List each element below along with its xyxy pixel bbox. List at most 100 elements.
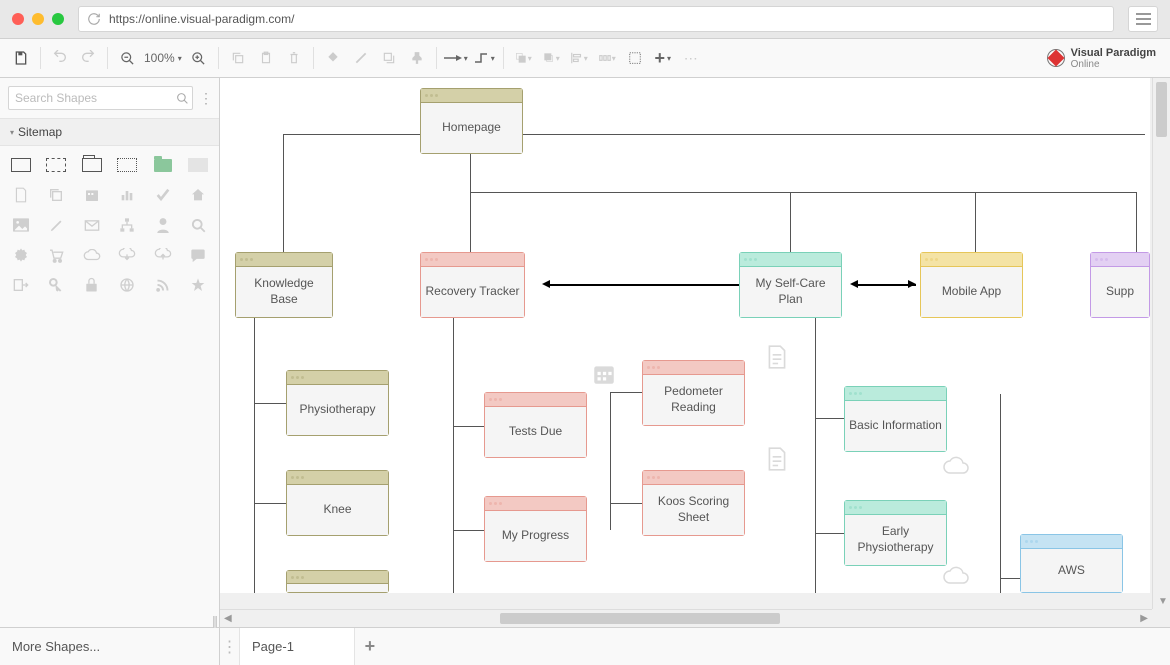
sidebar-options-icon[interactable]: ⋮ xyxy=(199,90,211,107)
url-bar[interactable] xyxy=(78,6,1114,32)
shape-key-icon[interactable] xyxy=(46,276,68,294)
zoom-in-icon[interactable] xyxy=(186,45,212,71)
distribute-icon[interactable]: ▾ xyxy=(594,45,620,71)
search-shapes-input[interactable] xyxy=(8,86,193,110)
shape-lock-icon[interactable] xyxy=(81,276,103,294)
canvas-area: Homepage Knowledge Base Recovery Tracker… xyxy=(220,78,1170,627)
connection-style-icon[interactable]: ▾ xyxy=(443,45,469,71)
to-back-icon[interactable]: ▾ xyxy=(538,45,564,71)
fill-color-icon[interactable] xyxy=(320,45,346,71)
node-basic-info[interactable]: Basic Information xyxy=(844,386,947,452)
cloud-decoration-icon xyxy=(942,566,970,586)
add-page-icon[interactable]: + xyxy=(355,636,385,657)
node-knee[interactable]: Knee xyxy=(286,470,389,536)
shape-image-icon[interactable] xyxy=(10,216,32,234)
fit-icon[interactable] xyxy=(622,45,648,71)
shape-rss-icon[interactable] xyxy=(152,276,174,294)
node-recovery-tracker[interactable]: Recovery Tracker xyxy=(420,252,525,318)
node-tests-due[interactable]: Tests Due xyxy=(484,392,587,458)
redo-icon[interactable] xyxy=(75,45,101,71)
page-tab-1[interactable]: Page-1 xyxy=(240,628,355,665)
undo-icon[interactable] xyxy=(47,45,73,71)
shape-globe-icon[interactable] xyxy=(117,276,139,294)
more-icon[interactable]: ⋯ xyxy=(678,45,704,71)
waypoint-icon[interactable]: ▾ xyxy=(471,45,497,71)
shape-mail-icon[interactable] xyxy=(81,216,103,234)
scrollbar-thumb[interactable] xyxy=(1156,82,1167,137)
node-early-physio[interactable]: Early Physiotherapy xyxy=(844,500,947,566)
shape-cloud-up-icon[interactable] xyxy=(152,246,174,264)
horizontal-scrollbar[interactable]: ◀ ▶ xyxy=(220,609,1152,627)
node-support[interactable]: Supp xyxy=(1090,252,1150,318)
shape-copy-icon[interactable] xyxy=(46,186,68,204)
url-input[interactable] xyxy=(109,12,1105,26)
diagram-canvas[interactable]: Homepage Knowledge Base Recovery Tracker… xyxy=(220,78,1150,593)
minimize-window-icon[interactable] xyxy=(32,13,44,25)
save-icon[interactable] xyxy=(8,45,34,71)
copy-icon[interactable] xyxy=(225,45,251,71)
tab-handle-icon[interactable]: ⋮ xyxy=(220,628,240,665)
zoom-level[interactable]: 100% ▾ xyxy=(142,51,184,65)
node-koos[interactable]: Koos Scoring Sheet xyxy=(642,470,745,536)
shape-calendar-icon[interactable] xyxy=(81,186,103,204)
toolbar: 100% ▾ ▾ ▾ ▾ ▾ ▾ ▾ +▾ ⋯ Visual Paradigm … xyxy=(0,38,1170,78)
line-color-icon[interactable] xyxy=(348,45,374,71)
shape-pencil-icon[interactable] xyxy=(46,216,68,234)
sidebar-resize-handle[interactable] xyxy=(0,617,219,627)
zoom-out-icon[interactable] xyxy=(114,45,140,71)
node-mobile-app[interactable]: Mobile App xyxy=(920,252,1023,318)
shadow-icon[interactable] xyxy=(376,45,402,71)
page-tabs: ⋮ Page-1 + xyxy=(220,628,385,665)
node-physiotherapy[interactable]: Physiotherapy xyxy=(286,370,389,436)
shape-star-icon[interactable] xyxy=(188,276,210,294)
shape-doc-icon[interactable] xyxy=(10,186,32,204)
shape-rectangle-icon[interactable] xyxy=(10,156,32,174)
node-partial[interactable] xyxy=(286,570,389,593)
to-front-icon[interactable]: ▾ xyxy=(510,45,536,71)
shape-comment-icon[interactable] xyxy=(188,246,210,264)
vertical-scrollbar[interactable]: ▼ xyxy=(1152,78,1170,609)
shape-tab-rect-icon[interactable] xyxy=(81,156,103,174)
traffic-lights xyxy=(12,13,64,25)
shape-user-icon[interactable] xyxy=(152,216,174,234)
paste-icon[interactable] xyxy=(253,45,279,71)
shape-gear-icon[interactable] xyxy=(10,246,32,264)
sidebar: ⋮ Sitemap xyxy=(0,78,220,627)
format-painter-icon[interactable] xyxy=(404,45,430,71)
scroll-left-icon[interactable]: ◀ xyxy=(224,613,232,624)
more-shapes-button[interactable]: More Shapes... xyxy=(0,628,220,665)
node-homepage[interactable]: Homepage xyxy=(420,88,523,154)
shape-cloud-down-icon[interactable] xyxy=(117,246,139,264)
shape-sitemap-icon[interactable] xyxy=(117,216,139,234)
reload-icon[interactable] xyxy=(87,12,101,26)
delete-icon[interactable] xyxy=(281,45,307,71)
maximize-window-icon[interactable] xyxy=(52,13,64,25)
shape-check-icon[interactable] xyxy=(152,186,174,204)
node-my-progress[interactable]: My Progress xyxy=(484,496,587,562)
node-pedometer[interactable]: Pedometer Reading xyxy=(642,360,745,426)
close-window-icon[interactable] xyxy=(12,13,24,25)
node-aws[interactable]: AWS xyxy=(1020,534,1123,593)
shape-folder-icon[interactable] xyxy=(152,156,174,174)
shape-home-icon[interactable] xyxy=(188,186,210,204)
shape-search-icon[interactable] xyxy=(188,216,210,234)
shape-cloud-icon[interactable] xyxy=(81,246,103,264)
search-icon[interactable] xyxy=(176,92,189,105)
hamburger-menu-icon[interactable] xyxy=(1128,6,1158,32)
shape-dotted-rect-icon[interactable] xyxy=(117,156,139,174)
scroll-down-icon[interactable]: ▼ xyxy=(1158,596,1168,607)
section-header-sitemap[interactable]: Sitemap xyxy=(0,118,219,146)
node-knowledge-base[interactable]: Knowledge Base xyxy=(235,252,333,318)
scroll-right-icon[interactable]: ▶ xyxy=(1140,613,1148,624)
node-self-care[interactable]: My Self-Care Plan xyxy=(739,252,842,318)
shape-plain-icon[interactable] xyxy=(188,156,210,174)
shape-exit-icon[interactable] xyxy=(10,276,32,294)
add-icon[interactable]: +▾ xyxy=(650,45,676,71)
shape-cart-icon[interactable] xyxy=(46,246,68,264)
cloud-decoration-icon xyxy=(942,456,970,476)
scrollbar-thumb[interactable] xyxy=(500,613,780,624)
align-icon[interactable]: ▾ xyxy=(566,45,592,71)
shape-dashed-rect-icon[interactable] xyxy=(46,156,68,174)
shape-chart-icon[interactable] xyxy=(117,186,139,204)
brand-logo[interactable]: Visual Paradigm Online xyxy=(1047,47,1162,70)
